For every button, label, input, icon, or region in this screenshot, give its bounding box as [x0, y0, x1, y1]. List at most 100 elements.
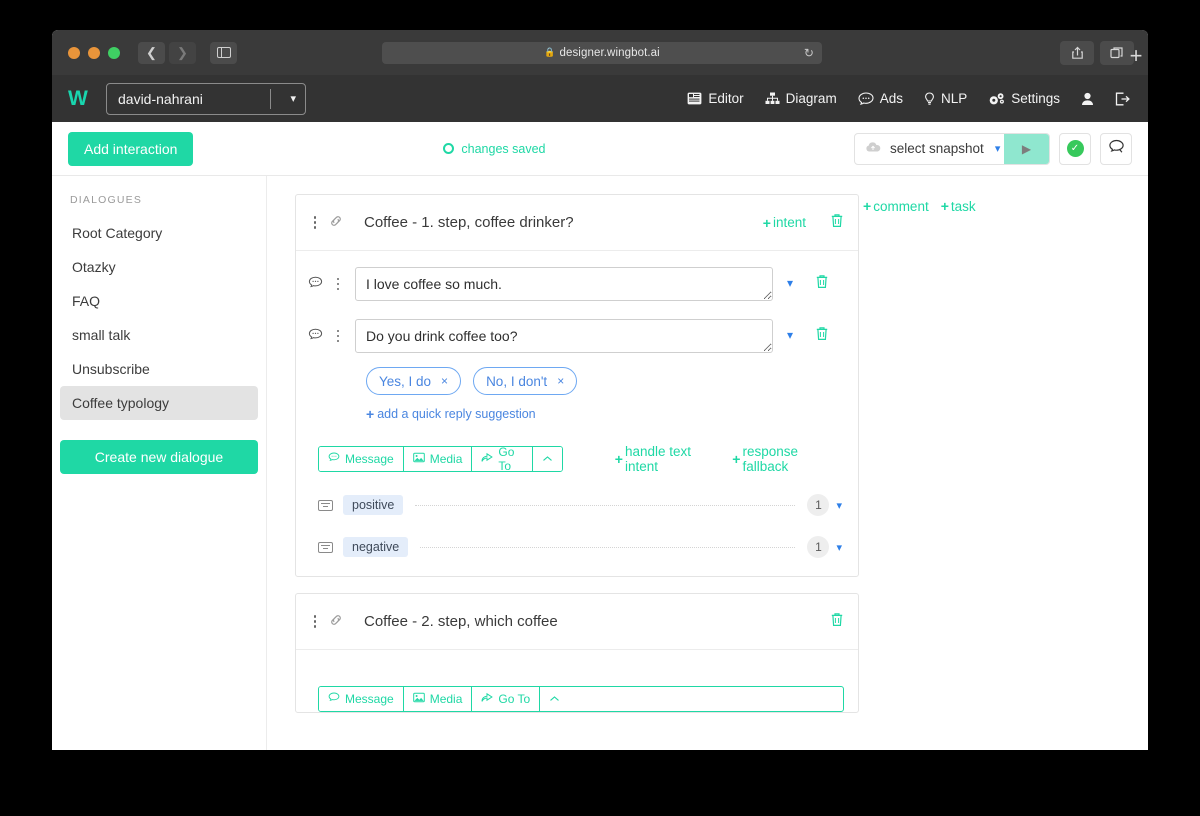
- logout-icon: [1115, 92, 1130, 106]
- chevron-down-icon[interactable]: ▾: [773, 267, 793, 290]
- settings-gear-icon: [988, 92, 1005, 106]
- add-message-button[interactable]: Message: [319, 687, 404, 711]
- message-row-handles: [308, 267, 345, 292]
- comments-button[interactable]: [1100, 132, 1132, 165]
- chevron-down-icon[interactable]: ▾: [290, 92, 296, 105]
- add-media-button[interactable]: Media: [403, 447, 473, 471]
- goto-arrow-icon: [481, 692, 494, 706]
- sidebar-item-otazky[interactable]: Otazky: [60, 250, 258, 284]
- back-arrow-icon[interactable]: ❮: [138, 41, 165, 64]
- interaction-title: Coffee - 2. step, which coffee: [364, 613, 558, 630]
- add-comment-label: comment: [873, 198, 929, 214]
- sidebar-item-root-category[interactable]: Root Category: [60, 216, 258, 250]
- browser-chrome: ❮ ❯ 🔒 designer.wingbot.ai ↻: [52, 30, 1148, 75]
- snapshot-selector-body[interactable]: select snapshot ▾: [855, 141, 1004, 156]
- nav-item-settings[interactable]: Settings: [988, 91, 1060, 106]
- sidebar-item-coffee-typology[interactable]: Coffee typology: [60, 386, 258, 420]
- maximize-window-button[interactable]: [108, 46, 120, 59]
- snapshot-selector[interactable]: select snapshot ▾ ▶: [854, 132, 1050, 165]
- nav-item-editor[interactable]: Editor: [687, 91, 744, 106]
- cloud-upload-icon: [865, 141, 881, 156]
- add-message-button[interactable]: Message: [319, 447, 404, 471]
- create-new-dialogue-button[interactable]: Create new dialogue: [60, 440, 258, 474]
- link-label: response fallback: [742, 444, 799, 474]
- add-element-button-group: Message Media Go To: [318, 446, 563, 472]
- nav-item-diagram[interactable]: Diagram: [765, 91, 837, 106]
- new-tab-button[interactable]: +: [1122, 38, 1150, 74]
- interaction-actions: Message Media Go To + handle text intent…: [318, 444, 844, 474]
- collapse-actions-button[interactable]: [540, 687, 570, 711]
- dialogue-canvas: + comment + task Coffee - 1. step, coffe…: [267, 176, 1148, 750]
- connection-count: 1: [807, 494, 830, 516]
- quick-reply-chip[interactable]: No, I don't ×: [473, 367, 578, 395]
- share-icon[interactable]: [1060, 40, 1094, 65]
- add-task-link[interactable]: + task: [941, 198, 976, 214]
- message-row: ▾: [308, 267, 844, 301]
- add-task-label: task: [950, 198, 976, 214]
- kebab-menu-icon[interactable]: [308, 216, 322, 229]
- nav-item-ads[interactable]: Ads: [858, 91, 903, 106]
- close-window-button[interactable]: [68, 46, 80, 59]
- message-text-input[interactable]: [355, 267, 773, 301]
- message-row: ▾: [308, 319, 844, 353]
- kebab-menu-icon[interactable]: [308, 615, 322, 628]
- add-quick-reply-link[interactable]: + add a quick reply suggestion: [366, 406, 844, 422]
- add-goto-button[interactable]: Go To: [472, 687, 541, 711]
- delete-message-button[interactable]: [793, 319, 829, 346]
- account-button[interactable]: [1081, 92, 1094, 106]
- delete-interaction-button[interactable]: [830, 213, 844, 233]
- sidebar-item-unsubscribe[interactable]: Unsubscribe: [60, 352, 258, 386]
- chain-link-icon[interactable]: [329, 613, 343, 630]
- chevron-down-icon[interactable]: ▾: [836, 499, 842, 512]
- close-icon[interactable]: ×: [557, 374, 564, 388]
- add-media-button[interactable]: Media: [403, 687, 473, 711]
- message-text-input[interactable]: [355, 319, 773, 353]
- image-icon: [412, 452, 425, 466]
- address-bar[interactable]: 🔒 designer.wingbot.ai ↻: [382, 41, 822, 64]
- nav-label: Ads: [879, 91, 903, 106]
- window-traffic-lights: [68, 46, 120, 59]
- button-label: Message: [345, 692, 394, 706]
- sidebar-toggle-icon[interactable]: [210, 41, 237, 64]
- kebab-menu-icon[interactable]: [331, 277, 345, 291]
- chain-link-icon[interactable]: [329, 214, 343, 231]
- add-comment-link[interactable]: + comment: [863, 198, 929, 214]
- connection-line: [415, 504, 796, 506]
- logout-button[interactable]: [1115, 92, 1130, 106]
- lock-icon: 🔒: [544, 47, 556, 57]
- run-snapshot-button[interactable]: ▶: [1004, 133, 1049, 164]
- save-status: changes saved: [443, 142, 546, 156]
- deploy-status-button[interactable]: ✓: [1059, 132, 1091, 165]
- user-icon: [1081, 92, 1094, 106]
- delete-interaction-button[interactable]: [830, 612, 844, 632]
- link-label: handle text intent: [624, 444, 692, 474]
- add-intent-link[interactable]: + intent: [763, 215, 806, 231]
- main-area: DIALOGUES Root Category Otazky FAQ small…: [52, 176, 1148, 750]
- handle-text-intent-link[interactable]: + handle text intent: [615, 444, 725, 474]
- interaction-title: Coffee - 1. step, coffee drinker?: [364, 214, 574, 231]
- sidebar-item-small-talk[interactable]: small talk: [60, 318, 258, 352]
- nav-item-nlp[interactable]: NLP: [924, 91, 967, 106]
- add-interaction-button[interactable]: Add interaction: [68, 131, 194, 166]
- chevron-down-icon[interactable]: ▾: [836, 541, 842, 554]
- project-selector[interactable]: david-nahrani ▾: [106, 82, 306, 115]
- connection-label: negative: [343, 537, 409, 557]
- delete-message-button[interactable]: [793, 267, 829, 294]
- close-icon[interactable]: ×: [441, 374, 448, 388]
- chevron-down-icon[interactable]: ▾: [773, 319, 793, 342]
- add-goto-button[interactable]: Go To: [472, 447, 533, 471]
- collapse-actions-button[interactable]: [532, 447, 562, 471]
- selector-divider: [270, 88, 271, 109]
- reload-icon[interactable]: ↻: [804, 46, 814, 60]
- button-label: Go To: [498, 692, 531, 706]
- url-text: designer.wingbot.ai: [559, 46, 660, 59]
- minimize-window-button[interactable]: [88, 46, 100, 59]
- kebab-menu-icon[interactable]: [331, 329, 345, 343]
- sidebar-item-faq[interactable]: FAQ: [60, 284, 258, 318]
- forward-arrow-icon[interactable]: ❯: [169, 41, 196, 64]
- chat-bubble-icon: [308, 328, 323, 344]
- response-fallback-link[interactable]: + response fallback: [732, 444, 844, 474]
- quick-reply-chip[interactable]: Yes, I do ×: [366, 367, 462, 395]
- chevron-down-icon[interactable]: ▾: [995, 142, 1001, 155]
- check-circle-icon: ✓: [1066, 140, 1084, 157]
